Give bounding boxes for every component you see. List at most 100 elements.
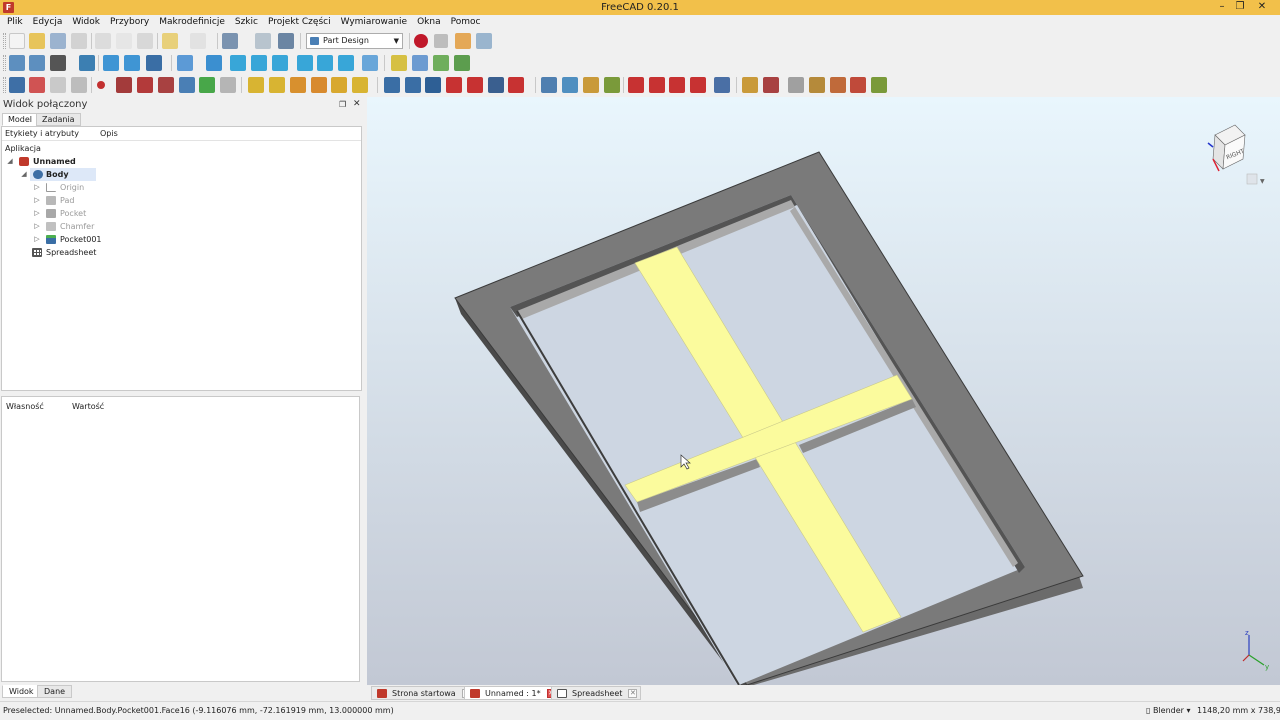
local-coordinate-system-icon[interactable]: [158, 77, 174, 93]
view-rear-icon[interactable]: [297, 55, 313, 71]
subtractive-loft-icon[interactable]: [446, 77, 462, 93]
tree-header-description[interactable]: Opis: [100, 129, 118, 138]
close-tab-icon[interactable]: ✕: [628, 689, 638, 698]
additive-primitive-icon[interactable]: [352, 77, 368, 93]
fit-selection-icon[interactable]: [29, 55, 45, 71]
undo-icon[interactable]: [162, 33, 178, 49]
menu-macro[interactable]: Makrodefinicje: [154, 15, 230, 30]
additive-helix-icon[interactable]: [331, 77, 347, 93]
subshape-binder-icon[interactable]: [199, 77, 215, 93]
stop-macro-icon[interactable]: [434, 34, 448, 48]
linear-pattern-icon[interactable]: [562, 77, 578, 93]
expand-arrow-icon[interactable]: ▷: [33, 233, 41, 246]
view-right-icon[interactable]: [272, 55, 288, 71]
expand-arrow-icon[interactable]: ▷: [33, 220, 41, 233]
measure-linear-icon[interactable]: [742, 77, 758, 93]
toolbar-grip[interactable]: [3, 55, 6, 71]
forward-arrow-icon[interactable]: [124, 55, 140, 71]
whats-this-icon[interactable]: [278, 33, 294, 49]
polar-pattern-icon[interactable]: [583, 77, 599, 93]
pad-icon[interactable]: [248, 77, 264, 93]
float-panel-icon[interactable]: ❐: [339, 100, 346, 109]
workbench-selector[interactable]: Part Design ▼: [306, 33, 403, 49]
menu-windows[interactable]: Okna: [412, 15, 446, 30]
create-part-icon[interactable]: [391, 55, 407, 71]
measure-distance-icon[interactable]: [362, 55, 378, 71]
maximize-button[interactable]: ❐: [1231, 0, 1249, 15]
edit-sketch-icon[interactable]: [71, 77, 87, 93]
copy-icon[interactable]: [116, 33, 132, 49]
navigation-style-selector[interactable]: ▯ Blender ▾: [1146, 706, 1191, 715]
3d-viewport[interactable]: RIGHT ▼ z y: [367, 97, 1280, 685]
save-icon[interactable]: [50, 33, 66, 49]
boolean-icon[interactable]: [714, 77, 730, 93]
macro-edit-icon[interactable]: [455, 33, 471, 49]
measure-toggle-delta-icon[interactable]: [850, 77, 866, 93]
cut-icon[interactable]: [95, 33, 111, 49]
view-bottom-icon[interactable]: [317, 55, 333, 71]
tab-view[interactable]: Widok: [2, 685, 41, 698]
tree-header-labels[interactable]: Etykiety i atrybuty: [5, 129, 79, 138]
hole-icon[interactable]: [405, 77, 421, 93]
menu-view[interactable]: Widok: [67, 15, 105, 30]
value-column-header[interactable]: Wartość: [72, 402, 104, 411]
create-sketch-icon[interactable]: [29, 77, 45, 93]
link-actions-icon[interactable]: [454, 55, 470, 71]
close-window-button[interactable]: ✕: [1253, 0, 1271, 15]
collapse-arrow-icon[interactable]: ◢: [6, 155, 14, 168]
clone-icon[interactable]: [220, 77, 236, 93]
tree-item-pocket001[interactable]: ▷ Pocket001: [2, 233, 361, 246]
close-panel-icon[interactable]: ✕: [353, 99, 361, 109]
measure-refresh-icon[interactable]: [788, 77, 804, 93]
navcube-menu-icon[interactable]: [1246, 173, 1258, 185]
tree-item-pocket[interactable]: ▷ Pocket: [2, 207, 361, 220]
minimize-button[interactable]: –: [1213, 0, 1231, 15]
create-link-icon[interactable]: [433, 55, 449, 71]
zoom-icon[interactable]: [177, 55, 193, 71]
menu-part-design[interactable]: Projekt Części: [263, 15, 336, 30]
recompute-icon[interactable]: [255, 33, 271, 49]
paste-icon[interactable]: [137, 33, 153, 49]
measure-toggle-3d-icon[interactable]: [830, 77, 846, 93]
tree-item-unnamed[interactable]: ◢ Unnamed: [2, 155, 361, 168]
tab-model[interactable]: Model: [2, 113, 39, 126]
create-body-icon[interactable]: [9, 77, 25, 93]
menu-sketch[interactable]: Szkic: [230, 15, 263, 30]
print-icon[interactable]: [71, 33, 87, 49]
revolution-icon[interactable]: [269, 77, 285, 93]
3d-model-view[interactable]: RIGHT ▼ z y: [367, 97, 1280, 685]
multi-transform-icon[interactable]: [604, 77, 620, 93]
create-group-icon[interactable]: [412, 55, 428, 71]
draft-icon[interactable]: [669, 77, 685, 93]
tree-item-spreadsheet[interactable]: Spreadsheet: [2, 246, 361, 259]
mirrored-icon[interactable]: [541, 77, 557, 93]
open-folder-icon[interactable]: [29, 33, 45, 49]
tab-unnamed-3d[interactable]: Unnamed : 1* ✕: [464, 686, 560, 700]
tab-tasks[interactable]: Zadania: [36, 113, 81, 126]
property-column-header[interactable]: Własność: [6, 402, 44, 411]
menu-tools[interactable]: Przybory: [105, 15, 154, 30]
datum-line-icon[interactable]: [116, 77, 132, 93]
record-macro-icon[interactable]: [414, 34, 428, 48]
menu-measure[interactable]: Wymiarowanie: [336, 15, 412, 30]
subtractive-pipe-icon[interactable]: [467, 77, 483, 93]
navigation-cube[interactable]: RIGHT ▼: [1207, 124, 1265, 185]
new-document-icon[interactable]: [9, 33, 25, 49]
expand-arrow-icon[interactable]: ▷: [33, 181, 41, 194]
fillet-icon[interactable]: [628, 77, 644, 93]
groove-icon[interactable]: [425, 77, 441, 93]
view-front-icon[interactable]: [230, 55, 246, 71]
tab-data[interactable]: Dane: [37, 685, 73, 698]
refresh-check-icon[interactable]: [222, 33, 238, 49]
subtractive-primitive-icon[interactable]: [508, 77, 524, 93]
navcube-chevron-icon[interactable]: ▼: [1260, 178, 1265, 185]
tree-item-chamfer[interactable]: ▷ Chamfer: [2, 220, 361, 233]
toolbar-grip[interactable]: [3, 77, 6, 93]
subtractive-helix-icon[interactable]: [488, 77, 504, 93]
redo-icon[interactable]: [190, 33, 206, 49]
sync-view-icon[interactable]: [146, 55, 162, 71]
measure-all-icon[interactable]: [871, 77, 887, 93]
view-isometric-icon[interactable]: [206, 55, 222, 71]
measure-clear-icon[interactable]: [809, 77, 825, 93]
back-arrow-icon[interactable]: [103, 55, 119, 71]
